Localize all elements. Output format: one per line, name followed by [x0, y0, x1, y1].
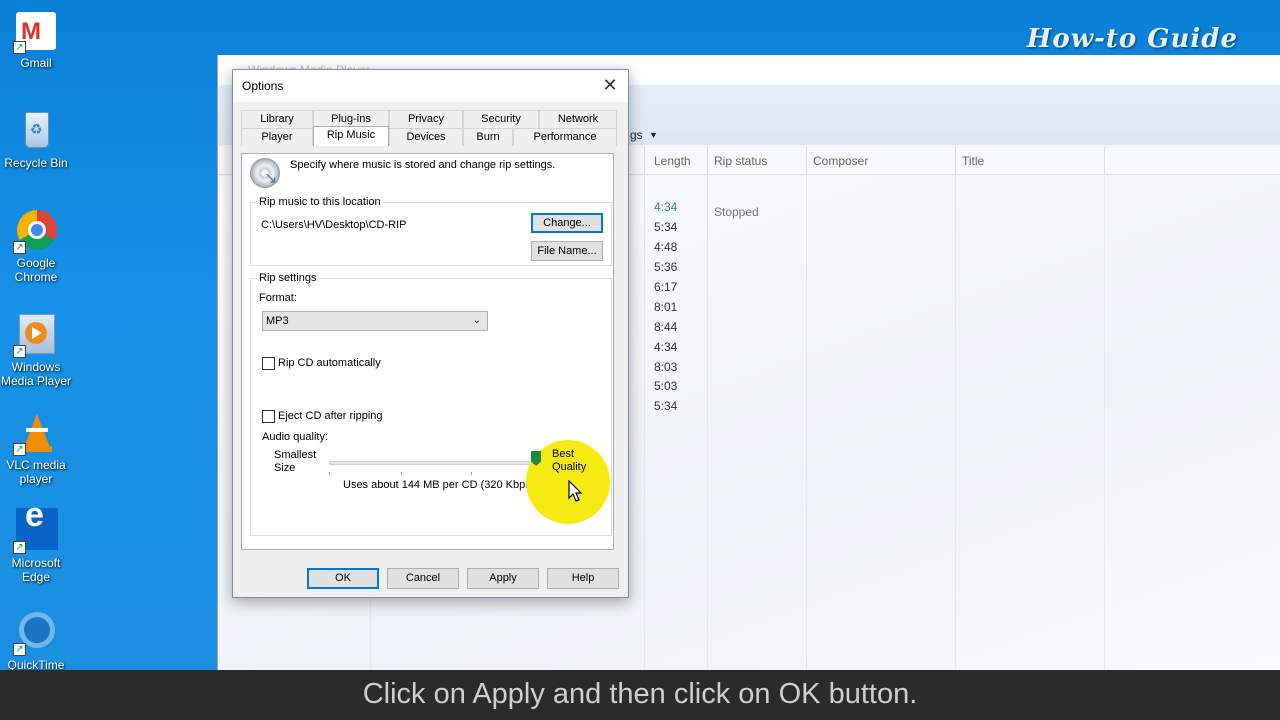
- column-title[interactable]: Title: [962, 154, 984, 168]
- usage-text: Uses about 144 MB per CD (320 Kbps): [343, 479, 535, 491]
- caption-text: Click on Apply and then click on OK butt…: [362, 678, 918, 710]
- column-length[interactable]: Length: [654, 154, 691, 168]
- shortcut-arrow-icon: ↗: [13, 541, 26, 554]
- track-length: 4:34: [654, 340, 678, 354]
- track-length: 8:01: [654, 300, 678, 314]
- tab-rip-music[interactable]: Rip Music: [313, 126, 389, 146]
- rip-location-group: Rip music to this location C:\Users\HV\D…: [250, 196, 612, 266]
- gmail-icon: M ↗: [13, 8, 59, 54]
- caption-bar: Click on Apply and then click on OK butt…: [0, 670, 1280, 720]
- tab-privacy[interactable]: Privacy: [389, 110, 463, 128]
- rip-settings-label: Rip settings: [257, 272, 319, 284]
- tab-devices[interactable]: Devices: [389, 128, 463, 146]
- desktop-icon-label: VLC media player: [6, 458, 66, 486]
- desktop-icon-label: Google Chrome: [14, 256, 58, 284]
- cd-rip-arrow-icon: ↘: [264, 170, 278, 187]
- chevron-down-icon[interactable]: ▼: [649, 130, 658, 140]
- track-length: 5:34: [654, 220, 678, 234]
- format-dropdown[interactable]: MP3 ⌄: [262, 311, 488, 331]
- rip-cd-automatically-checkbox[interactable]: [262, 357, 275, 370]
- track-length: 8:44: [654, 320, 678, 334]
- desktop-icon-recycle-bin[interactable]: ♻ Recycle Bin: [0, 108, 72, 170]
- eject-cd-label: Eject CD after ripping: [278, 410, 383, 422]
- desktop-icon-label: Windows Media Player: [0, 360, 72, 388]
- desktop-icon-wmp[interactable]: ↗ Windows Media Player: [0, 312, 72, 388]
- track-length: 5:34: [654, 399, 678, 413]
- track-length: 5:36: [654, 260, 678, 274]
- windows-media-player-icon: ↗: [13, 312, 59, 358]
- best-quality-label: Best Quality: [552, 448, 587, 473]
- help-button[interactable]: Help: [547, 568, 619, 589]
- wmp-menu-fragment[interactable]: gs: [630, 128, 643, 142]
- edge-icon: e ↗: [13, 498, 59, 554]
- vlc-icon: ↗: [13, 410, 59, 456]
- shortcut-arrow-icon: ↗: [13, 41, 26, 54]
- column-composer[interactable]: Composer: [813, 154, 868, 168]
- column-rip-status[interactable]: Rip status: [714, 154, 767, 168]
- track-length: 8:03: [654, 360, 678, 374]
- how-to-guide-watermark: How-to Guide: [1026, 24, 1238, 54]
- desktop-icon-label: Gmail: [20, 56, 52, 70]
- tab-library[interactable]: Library: [241, 110, 313, 128]
- tab-burn[interactable]: Burn: [463, 128, 513, 146]
- file-name-button[interactable]: File Name...: [531, 241, 603, 261]
- chevron-down-icon: ⌄: [472, 315, 481, 326]
- ok-button[interactable]: OK: [307, 568, 379, 589]
- track-length: 5:03: [654, 379, 678, 393]
- audio-quality-slider[interactable]: [329, 461, 537, 465]
- tab-performance[interactable]: Performance: [513, 128, 617, 146]
- rip-location-path: C:\Users\HV\Desktop\CD-RIP: [261, 219, 407, 231]
- dialog-title: Options: [242, 79, 284, 93]
- shortcut-arrow-icon: ↗: [13, 643, 26, 656]
- shortcut-arrow-icon: ↗: [13, 241, 26, 254]
- shortcut-arrow-icon: ↗: [13, 345, 26, 358]
- format-label: Format:: [259, 292, 297, 304]
- shortcut-arrow-icon: ↗: [13, 443, 26, 456]
- quicktime-icon: ↗: [13, 610, 59, 656]
- change-button[interactable]: Change...: [531, 213, 603, 233]
- mouse-cursor-icon: [568, 480, 583, 502]
- desktop-icon-label: Recycle Bin: [4, 156, 68, 170]
- chrome-icon: ↗: [13, 208, 59, 254]
- format-value: MP3: [266, 315, 289, 327]
- smallest-size-label: Smallest Size: [274, 449, 317, 474]
- close-icon[interactable]: ✕: [600, 75, 620, 96]
- rip-cd-automatically-label: Rip CD automatically: [278, 357, 381, 369]
- eject-cd-checkbox[interactable]: [262, 410, 275, 423]
- desktop-icon-gmail[interactable]: M ↗ Gmail: [0, 8, 72, 70]
- apply-button[interactable]: Apply: [467, 568, 539, 589]
- cancel-button[interactable]: Cancel: [387, 568, 459, 589]
- audio-quality-label: Audio quality:: [262, 431, 329, 443]
- desktop-icon-chrome[interactable]: ↗ Google Chrome: [0, 208, 72, 284]
- track-length: 4:48: [654, 240, 678, 254]
- desktop-icon-vlc[interactable]: ↗ VLC media player: [0, 410, 72, 486]
- track-length: 4:34: [654, 200, 678, 214]
- track-rip-status: Stopped: [714, 205, 759, 219]
- desktop-icon-edge[interactable]: e ↗ Microsoft Edge: [0, 498, 72, 584]
- track-length: 6:17: [654, 280, 678, 294]
- tab-player[interactable]: Player: [241, 128, 313, 146]
- tab-security[interactable]: Security: [463, 110, 539, 128]
- recycle-bin-icon: ♻: [13, 108, 59, 154]
- tab-network[interactable]: Network: [539, 110, 617, 128]
- desktop-icon-label: Microsoft Edge: [11, 556, 61, 584]
- dialog-title-bar: Options ✕: [233, 70, 628, 102]
- rip-location-label: Rip music to this location: [257, 196, 383, 208]
- rip-intro-text: Specify where music is stored and change…: [290, 159, 556, 171]
